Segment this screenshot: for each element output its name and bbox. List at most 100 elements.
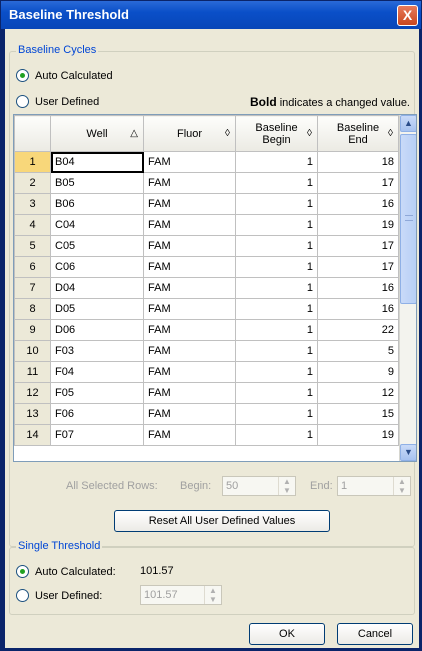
column-header-fluor[interactable]: Fluor ◊ [143,115,236,152]
baseline-begin-cell[interactable]: 1 [235,298,318,320]
well-cell[interactable]: C04 [50,214,144,236]
table-row[interactable]: 6 C06 FAM 1 17 [14,256,399,278]
baseline-end-cell[interactable]: 5 [317,340,399,362]
title-bar[interactable]: Baseline Threshold X [1,1,421,29]
well-cell[interactable]: F03 [50,340,144,362]
baseline-end-cell[interactable]: 17 [317,235,399,257]
well-cell[interactable]: B06 [50,193,144,215]
column-header-baseline-end[interactable]: Baseline End ◊ [317,115,399,152]
row-number-cell[interactable]: 3 [14,193,51,215]
well-cell[interactable]: D04 [50,277,144,299]
baseline-end-cell[interactable]: 19 [317,214,399,236]
row-number-cell[interactable]: 1 [14,151,51,173]
baseline-begin-cell[interactable]: 1 [235,172,318,194]
row-number-cell[interactable]: 8 [14,298,51,320]
fluor-cell[interactable]: FAM [143,235,236,257]
table-row[interactable]: 2 B05 FAM 1 17 [14,172,399,194]
reset-user-values-button[interactable]: Reset All User Defined Values [114,510,330,532]
threshold-auto-radio[interactable] [16,565,29,578]
baseline-grid[interactable]: Well △ Fluor ◊ Baseline Begin ◊ Baseline En… [13,114,417,462]
cancel-button[interactable]: Cancel [337,623,413,645]
fluor-cell[interactable]: FAM [143,382,236,404]
fluor-cell[interactable]: FAM [143,172,236,194]
row-number-cell[interactable]: 10 [14,340,51,362]
fluor-cell[interactable]: FAM [143,193,236,215]
well-cell[interactable]: C05 [50,235,144,257]
threshold-auto-option[interactable]: Auto Calculated: [16,565,116,578]
fluor-cell[interactable]: FAM [143,424,236,446]
table-row[interactable]: 12 F05 FAM 1 12 [14,382,399,404]
row-number-cell[interactable]: 6 [14,256,51,278]
table-row[interactable]: 1 B04 FAM 1 18 [14,151,399,173]
baseline-begin-cell[interactable]: 1 [235,193,318,215]
baseline-auto-option[interactable]: Auto Calculated [16,69,113,82]
baseline-begin-cell[interactable]: 1 [235,403,318,425]
well-cell[interactable]: F04 [50,361,144,383]
fluor-cell[interactable]: FAM [143,256,236,278]
baseline-end-cell[interactable]: 12 [317,382,399,404]
well-cell[interactable]: F07 [50,424,144,446]
table-row[interactable]: 10 F03 FAM 1 5 [14,340,399,362]
well-cell[interactable]: B05 [50,172,144,194]
end-spinner[interactable]: 1 ▲ ▼ [337,476,411,496]
row-number-cell[interactable]: 2 [14,172,51,194]
well-cell[interactable]: B04 [50,151,144,173]
fluor-cell[interactable]: FAM [143,361,236,383]
ok-button[interactable]: OK [249,623,325,645]
baseline-end-cell[interactable]: 17 [317,256,399,278]
baseline-end-cell[interactable]: 17 [317,172,399,194]
spinner-arrows-icon[interactable]: ▲ ▼ [278,477,295,495]
spinner-arrows-icon[interactable]: ▲ ▼ [204,586,221,604]
baseline-end-cell[interactable]: 22 [317,319,399,341]
baseline-begin-cell[interactable]: 1 [235,424,318,446]
spinner-arrows-icon[interactable]: ▲ ▼ [393,477,410,495]
row-number-cell[interactable]: 4 [14,214,51,236]
row-number-cell[interactable]: 5 [14,235,51,257]
close-button[interactable]: X [397,5,418,26]
table-row[interactable]: 5 C05 FAM 1 17 [14,235,399,257]
baseline-user-option[interactable]: User Defined [16,95,99,108]
fluor-cell[interactable]: FAM [143,340,236,362]
column-header-well[interactable]: Well △ [50,115,144,152]
baseline-begin-cell[interactable]: 1 [235,256,318,278]
threshold-user-option[interactable]: User Defined: [16,589,102,602]
column-header-baseline-begin[interactable]: Baseline Begin ◊ [235,115,318,152]
well-cell[interactable]: F06 [50,403,144,425]
scroll-up-icon[interactable]: ▲ [400,115,416,132]
baseline-end-cell[interactable]: 9 [317,361,399,383]
table-row[interactable]: 13 F06 FAM 1 15 [14,403,399,425]
fluor-cell[interactable]: FAM [143,319,236,341]
begin-spinner[interactable]: 50 ▲ ▼ [222,476,296,496]
baseline-end-cell[interactable]: 16 [317,298,399,320]
threshold-user-spinner[interactable]: 101.57 ▲ ▼ [140,585,222,605]
well-cell[interactable]: C06 [50,256,144,278]
baseline-auto-radio[interactable] [16,69,29,82]
table-row[interactable]: 9 D06 FAM 1 22 [14,319,399,341]
fluor-cell[interactable]: FAM [143,277,236,299]
table-row[interactable]: 3 B06 FAM 1 16 [14,193,399,215]
table-row[interactable]: 8 D05 FAM 1 16 [14,298,399,320]
table-row[interactable]: 14 F07 FAM 1 19 [14,424,399,446]
baseline-end-cell[interactable]: 15 [317,403,399,425]
baseline-begin-cell[interactable]: 1 [235,277,318,299]
well-cell[interactable]: D06 [50,319,144,341]
fluor-cell[interactable]: FAM [143,403,236,425]
baseline-end-cell[interactable]: 18 [317,151,399,173]
baseline-begin-cell[interactable]: 1 [235,361,318,383]
baseline-begin-cell[interactable]: 1 [235,319,318,341]
baseline-end-cell[interactable]: 16 [317,193,399,215]
fluor-cell[interactable]: FAM [143,151,236,173]
well-cell[interactable]: D05 [50,298,144,320]
threshold-user-radio[interactable] [16,589,29,602]
grid-vertical-scrollbar[interactable]: ▲ ▼ [399,115,416,461]
baseline-user-radio[interactable] [16,95,29,108]
fluor-cell[interactable]: FAM [143,298,236,320]
scroll-thumb[interactable] [400,134,416,304]
row-number-cell[interactable]: 11 [14,361,51,383]
baseline-begin-cell[interactable]: 1 [235,151,318,173]
table-row[interactable]: 7 D04 FAM 1 16 [14,277,399,299]
row-number-cell[interactable]: 13 [14,403,51,425]
baseline-begin-cell[interactable]: 1 [235,214,318,236]
baseline-end-cell[interactable]: 19 [317,424,399,446]
row-number-cell[interactable]: 9 [14,319,51,341]
